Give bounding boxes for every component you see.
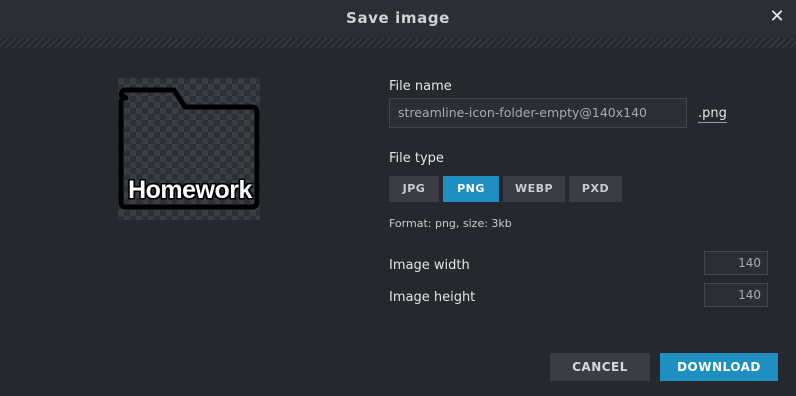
download-button[interactable]: DOWNLOAD (660, 353, 778, 381)
image-width-label: Image width (389, 258, 470, 273)
file-name-label: File name (389, 79, 452, 94)
save-image-dialog: Save image ✕ Homework File name streamli… (0, 0, 796, 396)
file-type-pxd[interactable]: PXD (569, 176, 622, 202)
dialog-title: Save image (346, 9, 450, 27)
file-extension[interactable]: .png (698, 106, 727, 123)
image-preview: Homework (118, 78, 260, 220)
dialog-titlebar: Save image ✕ (0, 0, 796, 38)
image-height-input[interactable]: 140 (704, 283, 768, 307)
title-divider (0, 38, 796, 48)
file-type-png[interactable]: PNG (443, 176, 499, 202)
preview-label: Homework (128, 176, 252, 204)
file-name-input[interactable]: streamline-icon-folder-empty@140x140 (389, 98, 687, 128)
cancel-button[interactable]: CANCEL (550, 353, 650, 381)
image-width-input[interactable]: 140 (704, 251, 768, 275)
format-info: Format: png, size: 3kb (389, 217, 512, 230)
file-type-webp[interactable]: WEBP (503, 176, 565, 202)
file-type-jpg[interactable]: JPG (389, 176, 439, 202)
close-icon[interactable]: ✕ (768, 8, 786, 26)
image-height-label: Image height (389, 290, 476, 305)
file-type-label: File type (389, 151, 444, 166)
